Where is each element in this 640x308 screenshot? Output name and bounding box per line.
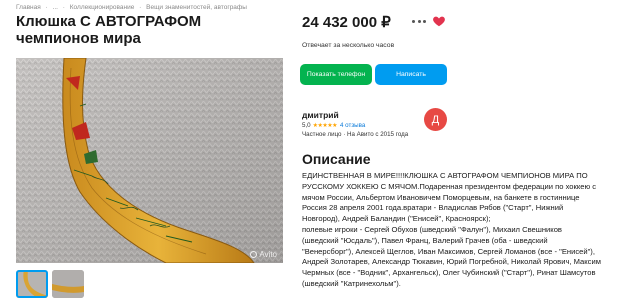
listing-price: 24 432 000 ₽ [302, 14, 391, 31]
main-photo[interactable]: Avito [16, 58, 283, 263]
avatar[interactable]: Д [424, 108, 447, 131]
more-dots-icon[interactable] [412, 20, 426, 24]
rating-stars-icon: ★★★★★ [312, 123, 338, 129]
description-line: Чермных (все - "Водник", Архангельск), О… [302, 268, 596, 278]
description-text: ЕДИНСТВЕННАЯ В МИРЕ!!!!КЛЮШКА С АВТОГРАФ… [302, 171, 620, 290]
description-line: Новгород), Андрей Баландин ("Енисей", Кр… [302, 214, 491, 224]
description-line: ЕДИНСТВЕННАЯ В МИРЕ!!!!КЛЮШКА С АВТОГРАФ… [302, 171, 588, 180]
reviews-link[interactable]: 4 отзыва [340, 122, 365, 129]
breadcrumb-separator: · [139, 4, 142, 11]
breadcrumb-item[interactable]: ... [53, 4, 58, 11]
description-line: (шведский "Юсдаль"), Павел Франц, Валери… [302, 235, 548, 245]
reply-time-note: Отвечает за несколько часов [302, 42, 395, 49]
seller-rating: 5,0 ★★★★★ 4 отзыва [302, 122, 365, 129]
write-message-button[interactable]: Написать [375, 64, 447, 85]
breadcrumb-item[interactable]: Главная [16, 4, 41, 11]
breadcrumb-separator: · [45, 4, 48, 11]
description-line: Россия 28 апреля 2001 года.вратари - Вла… [302, 203, 564, 213]
description-line: "Венерсборг"), Алексей Щеглов, Иван Макс… [302, 246, 595, 256]
description-heading: Описание [302, 151, 371, 167]
photo-thumbnail[interactable] [16, 270, 48, 298]
description-line: Андрей Золотарев, Александр Тюкавин, Юри… [302, 257, 601, 267]
heart-icon[interactable] [432, 14, 446, 28]
avito-watermark: Avito [250, 250, 277, 259]
description-line: РУССКОМУ ХОККЕЮ С МЯЧОМ.Подаренная прези… [302, 181, 597, 191]
photo-thumbnail[interactable] [52, 270, 84, 298]
seller-name[interactable]: дмитрий [302, 110, 339, 120]
breadcrumb: Главная · ... · Коллекционирование · Вещ… [16, 4, 250, 11]
breadcrumb-item[interactable]: Вещи знаменитостей, автографы [146, 4, 247, 11]
description-line: полевые игроки - Сергей Обухов (шведский… [302, 224, 562, 234]
rating-value: 5,0 [302, 122, 311, 129]
description-line: мячом России, Альбертом Ивановичем Помор… [302, 192, 580, 202]
description-line: (шведский "Катринехольм"). [302, 278, 401, 288]
seller-since: Частное лицо · На Авито с 2015 года [302, 131, 409, 138]
show-phone-button[interactable]: Показать телефон [300, 64, 372, 85]
listing-title: Клюшка С АВТОГРАФОМ чемпионов мира [16, 13, 202, 47]
breadcrumb-item[interactable]: Коллекционирование [70, 4, 135, 11]
breadcrumb-separator: · [62, 4, 65, 11]
